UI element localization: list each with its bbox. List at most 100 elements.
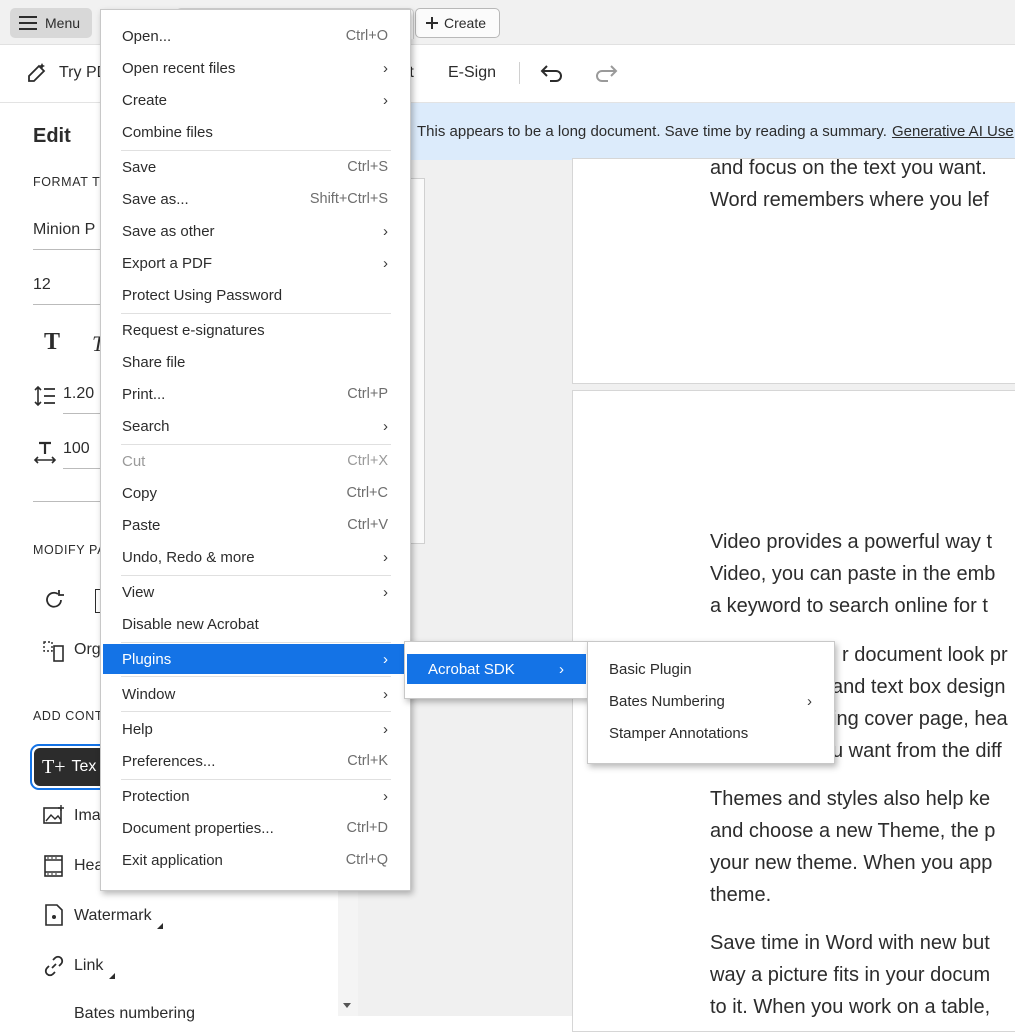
menu-item-label: Document properties... [122,819,274,837]
font-family-select[interactable]: Minion P [33,221,103,250]
add-text-button[interactable]: T+ Tex [30,744,110,790]
menu-item-label: Acrobat SDK [428,660,515,678]
line-spacing-icon [33,385,57,407]
menu-item-export-pdf[interactable]: Export a PDF › [101,248,410,278]
menu-item-label: Plugins [122,650,172,668]
menu-item-acrobat-sdk[interactable]: Acrobat SDK › [407,654,586,684]
menu-item-copy[interactable]: Copy Ctrl+C [101,478,410,508]
menu-item-protect-password[interactable]: Protect Using Password [101,280,410,310]
chevron-right-icon: › [383,91,388,109]
font-size-value: 12 [33,276,51,293]
watermark-label[interactable]: Watermark [74,907,152,925]
menu-item-save[interactable]: Save Ctrl+S [101,152,410,182]
line-spacing-field[interactable]: 1.20 [63,385,103,414]
menu-item-open-recent[interactable]: Open recent files › [101,53,410,83]
menu-item-label: Cut [122,452,146,470]
menu-item-print[interactable]: Print... Ctrl+P [101,379,410,409]
page2-line: way a picture fits in your docum [710,964,991,986]
chevron-right-icon: › [383,417,388,435]
menu-item-label: Paste [122,516,161,534]
menu-item-shortcut: Ctrl+S [347,159,388,175]
menu-separator [121,575,391,576]
menu-item-shortcut: Ctrl+D [346,820,389,836]
menu-item-shortcut: Ctrl+K [347,753,388,769]
menu-item-label: Protection [122,787,190,805]
watermark-corner-icon [157,923,163,929]
menu-item-share[interactable]: Share file [101,347,410,377]
menu-button[interactable]: Menu [10,8,92,38]
image-icon [43,805,65,825]
menu-item-protection[interactable]: Protection › [101,781,410,811]
menu-item-label: Save as... [122,190,189,208]
page2-line: your new theme. When you app [710,852,993,874]
menu-item-disable-new-acrobat[interactable]: Disable new Acrobat [101,609,410,639]
menu-item-shortcut: Shift+Ctrl+S [309,191,388,207]
menu-item-save-as[interactable]: Save as... Shift+Ctrl+S [101,184,410,214]
chevron-right-icon: › [559,660,564,678]
esign-button[interactable]: E-Sign [448,64,496,82]
panel-divider [33,501,103,502]
page2-line: ing cover page, hea [832,708,1008,730]
menu-separator [121,444,391,445]
create-button[interactable]: Create [415,8,500,38]
page2-line: r document look pr [842,644,1008,666]
banner-text: This appears to be a long document. Save… [417,123,887,140]
menu-item-help[interactable]: Help › [101,714,410,744]
menu-item-undo-redo[interactable]: Undo, Redo & more › [101,542,410,572]
menu-item-combine[interactable]: Combine files [101,117,410,147]
organize-pages-icon [43,641,65,663]
font-size-field[interactable]: 12 [33,276,103,305]
header-footer-label[interactable]: Hea [74,857,103,875]
menu-item-stamper-annotations[interactable]: Stamper Annotations [588,718,834,748]
menu-item-label: Bates Numbering [609,692,725,710]
menu-separator [121,313,391,314]
chevron-right-icon: › [383,650,388,668]
menu-item-label: Preferences... [122,752,216,770]
menu-separator [121,642,391,643]
char-spacing-field[interactable]: 100 [63,440,103,469]
scroll-down-icon[interactable] [343,1003,351,1008]
banner-link[interactable]: Generative AI Use [892,123,1014,140]
page2-line: Save time in Word with new but [710,932,990,954]
menu-item-basic-plugin[interactable]: Basic Plugin [588,654,834,684]
chevron-right-icon: › [383,548,388,566]
organize-pages-label[interactable]: Org [74,641,101,659]
page2-line: theme. [710,884,772,906]
menu-item-plugins[interactable]: Plugins › [103,644,408,674]
redo-icon[interactable] [594,62,618,82]
rotate-icon[interactable] [43,589,65,611]
menu-item-paste[interactable]: Paste Ctrl+V [101,510,410,540]
menu-item-shortcut: Ctrl+C [346,485,389,501]
link-corner-icon [109,973,115,979]
menu-item-save-as-other[interactable]: Save as other › [101,216,410,246]
menu-item-label: Help [122,720,153,738]
menu-item-search[interactable]: Search › [101,411,410,441]
menu-item-view[interactable]: View › [101,577,410,607]
edit-title: Edit [33,125,71,147]
bold-text-icon[interactable]: T [44,329,60,356]
menu-item-document-properties[interactable]: Document properties... Ctrl+D [101,813,410,843]
menu-item-label: Open... [122,27,172,45]
document-viewer: and focus on the text you want. Word rem… [358,157,1015,1032]
menu-item-shortcut: Ctrl+P [347,386,388,402]
link-label[interactable]: Link [74,957,103,975]
bates-numbering-label[interactable]: Bates numbering [74,1005,195,1023]
menu-item-preferences[interactable]: Preferences... Ctrl+K [101,746,410,776]
watermark-icon [45,904,63,926]
page2-line: to it. When you work on a table, [710,996,991,1018]
menu-item-window[interactable]: Window › [101,679,410,709]
menu-item-open[interactable]: Open... Ctrl+O [101,21,410,51]
menu-item-cut[interactable]: Cut Ctrl+X [101,446,410,476]
menu-item-label: Request e-signatures [122,321,265,339]
add-image-label[interactable]: Ima [74,807,101,825]
add-text-label: Tex [71,758,97,775]
menu-item-request-esign[interactable]: Request e-signatures [101,315,410,345]
plugins-submenu: Acrobat SDK › [404,641,589,699]
undo-icon[interactable] [540,62,564,82]
menu-item-create[interactable]: Create › [101,85,410,115]
menu-item-label: Combine files [122,123,213,141]
chevron-right-icon: › [383,222,388,240]
menu-item-bates-numbering[interactable]: Bates Numbering › [588,686,834,716]
menu-item-exit[interactable]: Exit application Ctrl+Q [101,845,410,875]
page2-line: Themes and styles also help ke [710,788,991,810]
